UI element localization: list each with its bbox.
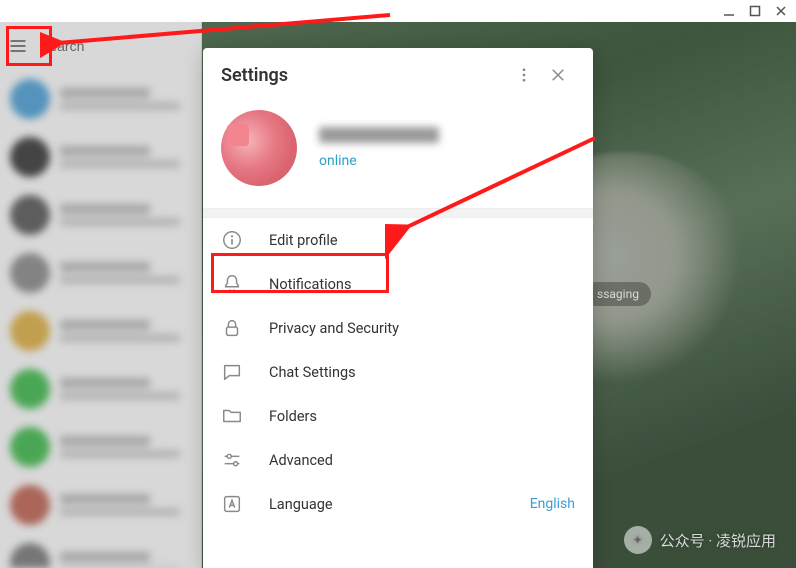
- settings-row-language[interactable]: Language English: [203, 482, 593, 526]
- settings-row-chat-settings[interactable]: Chat Settings: [203, 350, 593, 394]
- folder-icon: [221, 405, 243, 427]
- watermark-text: 公众号 · 凌锐应用: [660, 530, 776, 551]
- settings-row-edit-profile[interactable]: Edit profile: [203, 218, 593, 262]
- window-minimize-button[interactable]: [722, 4, 736, 18]
- settings-list: Edit profile Notifications Privacy and S…: [203, 218, 593, 568]
- chat-icon: [221, 361, 243, 383]
- settings-row-label: Folders: [269, 408, 575, 425]
- settings-row-label: Privacy and Security: [269, 320, 575, 337]
- bell-icon: [221, 273, 243, 295]
- more-vertical-icon: [515, 66, 533, 84]
- profile-block[interactable]: online: [203, 102, 593, 208]
- settings-row-label: Notifications: [269, 276, 575, 293]
- settings-row-value: English: [530, 496, 575, 512]
- sliders-icon: [221, 449, 243, 471]
- settings-row-folders[interactable]: Folders: [203, 394, 593, 438]
- window-close-button[interactable]: [774, 4, 788, 18]
- settings-header: Settings: [203, 48, 593, 102]
- settings-dialog: Settings online Edit profile: [203, 48, 593, 568]
- profile-texts: online: [319, 127, 439, 169]
- settings-more-button[interactable]: [507, 58, 541, 92]
- watermark-icon: ✦: [624, 526, 652, 554]
- profile-avatar[interactable]: [221, 110, 297, 186]
- profile-name-redacted: [319, 127, 439, 143]
- settings-row-notifications[interactable]: Notifications: [203, 262, 593, 306]
- settings-title: Settings: [221, 65, 507, 86]
- profile-status: online: [319, 153, 439, 169]
- section-divider: [203, 208, 593, 218]
- settings-row-label: Language: [269, 496, 504, 513]
- settings-row-advanced[interactable]: Advanced: [203, 438, 593, 482]
- window-controls: [714, 0, 796, 22]
- settings-row-label: Edit profile: [269, 232, 575, 249]
- watermark: ✦ 公众号 · 凌锐应用: [624, 526, 776, 554]
- lock-icon: [221, 317, 243, 339]
- language-icon: [221, 493, 243, 515]
- settings-row-label: Chat Settings: [269, 364, 575, 381]
- close-icon: [549, 66, 567, 84]
- settings-close-button[interactable]: [541, 58, 575, 92]
- settings-row-privacy[interactable]: Privacy and Security: [203, 306, 593, 350]
- settings-row-label: Advanced: [269, 452, 575, 469]
- window-maximize-button[interactable]: [748, 4, 762, 18]
- info-icon: [221, 229, 243, 251]
